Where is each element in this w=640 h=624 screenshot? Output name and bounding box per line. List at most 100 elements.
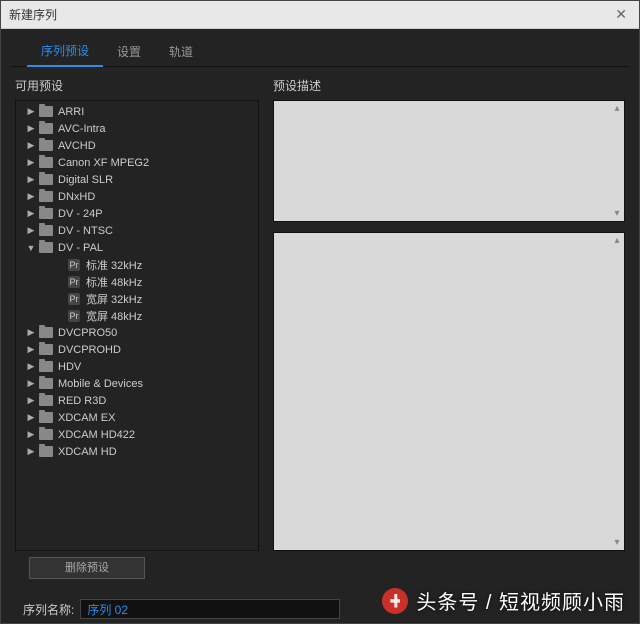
folder-icon: [39, 208, 53, 219]
expand-arrow-icon[interactable]: ▶: [26, 208, 36, 219]
tree-folder[interactable]: ▶HDV: [16, 358, 258, 375]
expand-arrow-icon[interactable]: ▶: [26, 395, 36, 406]
tree-item-label: DNxHD: [58, 191, 95, 203]
preset-details-box: ▴ ▾: [273, 232, 625, 551]
tab-settings[interactable]: 设置: [103, 37, 155, 66]
new-sequence-dialog: 新建序列 ✕ 序列预设 设置 轨道 可用预设 ▶ ARRI ▶ AVC-Intra ▶A…: [0, 0, 640, 624]
tree-folder[interactable]: ▶ XDCAM HD: [16, 443, 258, 460]
tree-folder[interactable]: ▶ XDCAM HD422: [16, 426, 258, 443]
expand-arrow-icon[interactable]: ▶: [26, 174, 36, 185]
expand-arrow-icon[interactable]: ▶: [26, 140, 36, 151]
tree-item-label: DVCPROHD: [58, 344, 121, 356]
folder-icon: [39, 225, 53, 236]
folder-icon: [39, 429, 53, 440]
tree-folder[interactable]: ▶ AVC-Intra: [16, 120, 258, 137]
tree-item-label: DV - PAL: [58, 242, 103, 254]
delete-preset-button[interactable]: 删除预设: [29, 557, 145, 579]
expand-arrow-icon[interactable]: ▶: [26, 361, 36, 372]
expand-arrow-icon[interactable]: ▶: [26, 106, 36, 117]
folder-icon: [39, 123, 53, 134]
preset-description-column: 预设描述 ▴ ▾ ▴ ▾: [273, 77, 625, 551]
scroll-down-icon[interactable]: ▾: [612, 208, 622, 219]
tree-folder[interactable]: ▶ Canon XF MPEG2: [16, 154, 258, 171]
tree-item-label: RED R3D: [58, 395, 106, 407]
expand-arrow-icon[interactable]: ▶: [26, 412, 36, 423]
tree-item-label: Canon XF MPEG2: [58, 157, 149, 169]
expand-arrow-icon[interactable]: ▶: [26, 378, 36, 389]
folder-icon: [39, 327, 53, 338]
tree-folder[interactable]: ▶ XDCAM EX: [16, 409, 258, 426]
tree-preset[interactable]: ▶Pr标准 48kHz: [16, 273, 258, 290]
preset-icon: Pr: [68, 276, 80, 288]
tree-preset[interactable]: ▶Pr宽屏 32kHz: [16, 290, 258, 307]
scroll-up-icon[interactable]: ▴: [612, 235, 622, 246]
tree-folder[interactable]: ▶Mobile & Devices: [16, 375, 258, 392]
below-tree-area: 删除预设: [1, 551, 639, 579]
watermark: 头条号 / 短视频顾小雨: [382, 586, 625, 615]
folder-icon: [39, 344, 53, 355]
tree-item-label: XDCAM HD422: [58, 429, 135, 441]
dialog-body: 可用预设 ▶ARRI▶AVC-Intra▶AVCHD▶Canon XF MPEG…: [1, 67, 639, 551]
tree-item-label: DV - NTSC: [58, 225, 113, 237]
scroll-up-icon[interactable]: ▴: [612, 103, 622, 114]
preset-icon: Pr: [68, 259, 80, 271]
preset-icon: Pr: [68, 310, 80, 322]
folder-icon: [39, 378, 53, 389]
tree-item-label: ARRI: [58, 106, 84, 118]
folder-icon: [39, 106, 53, 117]
tree-folder[interactable]: ▶ RED R3D: [16, 392, 258, 409]
expand-arrow-icon[interactable]: ▶: [26, 123, 36, 134]
tree-item-label: DV - 24P: [58, 208, 103, 220]
folder-icon: [39, 361, 53, 372]
tree-item-label: XDCAM EX: [58, 412, 115, 424]
preset-icon: Pr: [68, 293, 80, 305]
tree-item-label: 标准 48kHz: [86, 274, 142, 290]
tree-item-label: 宽屏 48kHz: [86, 308, 142, 324]
tree-folder[interactable]: ▶ DV - 24P: [16, 205, 258, 222]
folder-icon: [39, 242, 53, 253]
tree-folder[interactable]: ▶ DV - NTSC: [16, 222, 258, 239]
folder-icon: [39, 395, 53, 406]
tree-folder[interactable]: ▶ DVCPRO50: [16, 324, 258, 341]
available-presets-column: 可用预设 ▶ARRI▶AVC-Intra▶AVCHD▶Canon XF MPEG…: [15, 77, 259, 551]
tree-folder[interactable]: ▶ DVCPROHD: [16, 341, 258, 358]
tree-item-label: AVC-Intra: [58, 123, 105, 135]
expand-arrow-icon[interactable]: ▶: [26, 225, 36, 236]
expand-arrow-icon[interactable]: ▼: [26, 243, 36, 253]
tree-folder[interactable]: ▼ DV - PAL: [16, 239, 258, 256]
tab-bar: 序列预设 设置 轨道: [11, 37, 629, 67]
folder-icon: [39, 140, 53, 151]
preset-description-label: 预设描述: [273, 77, 625, 94]
tab-tracks[interactable]: 轨道: [155, 37, 207, 66]
folder-icon: [39, 157, 53, 168]
expand-arrow-icon[interactable]: ▶: [26, 429, 36, 440]
tree-folder[interactable]: ▶ Digital SLR: [16, 171, 258, 188]
tree-item-label: Digital SLR: [58, 174, 113, 186]
tree-folder[interactable]: ▶ ARRI: [16, 103, 258, 120]
tree-item-label: XDCAM HD: [58, 446, 117, 458]
folder-icon: [39, 446, 53, 457]
available-presets-label: 可用预设: [15, 77, 259, 94]
tree-preset[interactable]: ▶Pr标准 32kHz: [16, 256, 258, 273]
tree-preset[interactable]: ▶Pr宽屏 48kHz: [16, 307, 258, 324]
titlebar: 新建序列 ✕: [1, 1, 639, 29]
folder-icon: [39, 412, 53, 423]
preset-tree[interactable]: ▶ARRI▶AVC-Intra▶AVCHD▶Canon XF MPEG2▶Dig…: [15, 100, 259, 551]
tree-folder[interactable]: ▶ DNxHD: [16, 188, 258, 205]
expand-arrow-icon[interactable]: ▶: [26, 344, 36, 355]
sequence-name-input[interactable]: [80, 599, 340, 619]
expand-arrow-icon[interactable]: ▶: [26, 446, 36, 457]
scroll-down-icon[interactable]: ▾: [612, 537, 622, 548]
tree-item-label: DVCPRO50: [58, 327, 117, 339]
expand-arrow-icon[interactable]: ▶: [26, 157, 36, 168]
sequence-name-label: 序列名称:: [23, 601, 74, 618]
window-title: 新建序列: [9, 6, 611, 23]
close-icon[interactable]: ✕: [611, 6, 631, 23]
tree-folder[interactable]: ▶AVCHD: [16, 137, 258, 154]
expand-arrow-icon[interactable]: ▶: [26, 191, 36, 202]
folder-icon: [39, 174, 53, 185]
folder-icon: [39, 191, 53, 202]
tab-sequence-presets[interactable]: 序列预设: [27, 36, 103, 67]
expand-arrow-icon[interactable]: ▶: [26, 327, 36, 338]
preset-description-box: ▴ ▾: [273, 100, 625, 222]
